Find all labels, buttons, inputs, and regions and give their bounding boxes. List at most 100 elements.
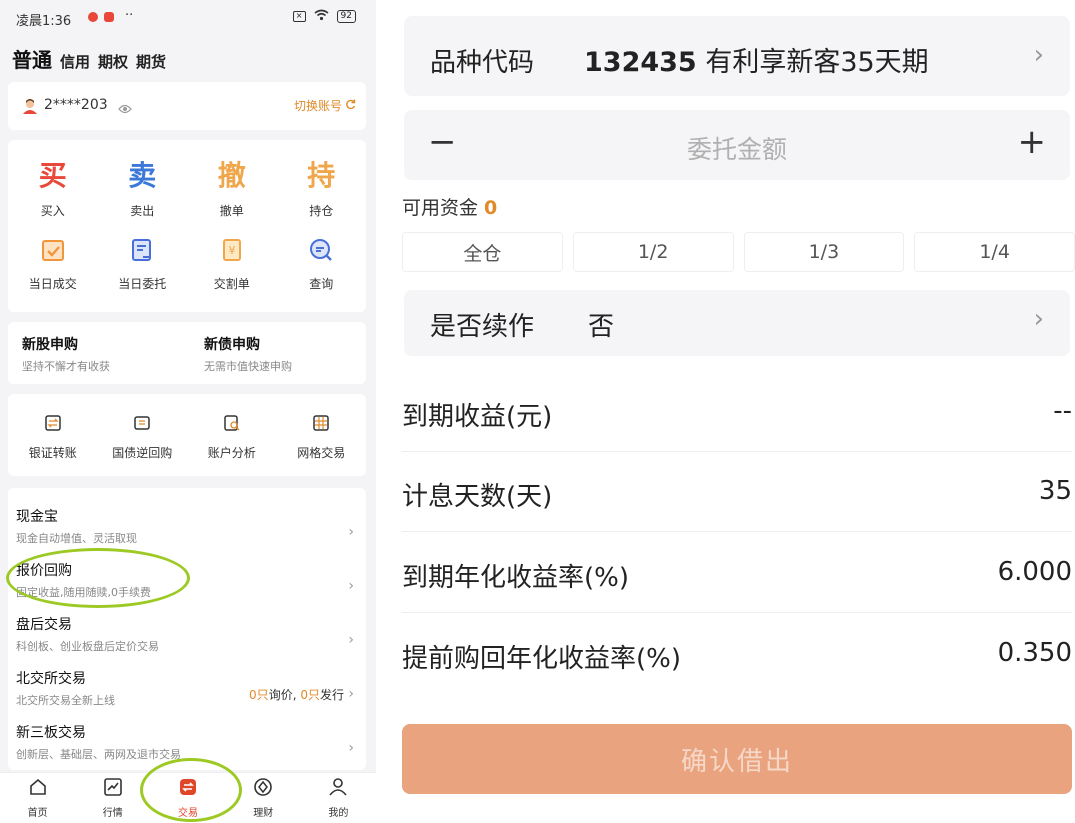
home-icon <box>28 777 48 801</box>
bond-repo-button[interactable]: 国债逆回购 <box>98 414 188 461</box>
product-code: 132435 <box>584 47 697 78</box>
bse-counts: 0只询价, 0只发行 <box>249 686 344 703</box>
new-stock-ipo-link[interactable]: 新股申购 坚持不懈才有收获 <box>22 334 110 374</box>
cancel-order-button[interactable]: 撤 撤单 <box>187 158 277 219</box>
list-item-subtitle: 科创板、创业板盘后定价交易 <box>16 640 159 653</box>
ratio-full-button[interactable]: 全仓 <box>402 232 563 272</box>
switch-account-button[interactable]: 切换账号 <box>294 97 356 114</box>
nav-trade-label: 交易 <box>177 808 198 819</box>
query-button[interactable]: 查询 <box>277 235 367 292</box>
notification-icon <box>88 12 98 22</box>
panel-divider <box>376 0 400 823</box>
amount-input[interactable]: 委托金额 <box>404 130 1070 166</box>
product-code-selector[interactable]: 品种代码 132435 有利享新客35天期 › <box>404 16 1070 96</box>
account-analysis-label: 账户分析 <box>207 446 256 460</box>
grid-trade-icon <box>312 414 330 436</box>
tab-futures[interactable]: 期货 <box>136 51 166 72</box>
list-item-neeq-trade[interactable]: 新三板交易 创新层、基础层、两网及退市交易 › <box>16 722 358 776</box>
info-key: 计息天数(天) <box>402 482 553 512</box>
ipo-promos: 新股申购 坚持不懈才有收获 新债申购 无需市值快速申购 <box>8 322 366 384</box>
nav-wealth[interactable]: 理财 <box>226 773 301 823</box>
positions-char: 持 <box>307 159 336 192</box>
nav-home[interactable]: 首页 <box>0 773 75 823</box>
info-key: 到期收益(元) <box>402 402 553 432</box>
wifi-icon <box>314 9 329 24</box>
list-item-title: 现金宝 <box>16 509 58 525</box>
list-item-title: 北交所交易 <box>16 671 86 687</box>
info-value: -- <box>1053 396 1072 426</box>
today-orders-button[interactable]: 当日委托 <box>98 235 188 292</box>
product-code-label: 品种代码 <box>430 48 535 78</box>
account-id: 2****203 <box>44 97 108 113</box>
issue-count: 0只 <box>300 688 320 702</box>
today-deals-button[interactable]: 当日成交 <box>8 235 98 292</box>
grid-trade-button[interactable]: 网格交易 <box>277 414 367 461</box>
new-stock-ipo-subtitle: 坚持不懈才有收获 <box>22 360 110 373</box>
sell-button[interactable]: 卖 卖出 <box>98 158 188 219</box>
user-icon <box>328 777 348 801</box>
list-item-after-hours[interactable]: 盘后交易 科创板、创业板盘后定价交易 › <box>16 614 358 668</box>
receipt-icon: ¥ <box>217 235 247 265</box>
bank-transfer-button[interactable]: 银证转账 <box>8 414 98 461</box>
auto-renew-selector[interactable]: 是否续作 否 › <box>404 290 1070 356</box>
nav-market[interactable]: 行情 <box>75 773 150 823</box>
chevron-right-icon: › <box>1033 304 1044 334</box>
settlement-button[interactable]: ¥ 交割单 <box>187 235 277 292</box>
confirm-lend-button[interactable]: 确认借出 <box>402 724 1072 794</box>
search-doc-icon <box>306 235 336 265</box>
tab-options[interactable]: 期权 <box>98 51 128 72</box>
refresh-icon <box>345 99 356 113</box>
list-item-title: 报价回购 <box>16 563 72 579</box>
eye-icon[interactable] <box>118 99 132 118</box>
switch-account-label: 切换账号 <box>293 99 342 113</box>
available-funds-label: 可用资金 <box>402 197 479 219</box>
inquiry-count: 0只 <box>249 688 269 702</box>
trade-icon <box>178 777 198 801</box>
list-item-cash-treasure[interactable]: 现金宝 现金自动增值、灵活取现 › <box>16 506 358 560</box>
user-card: 2****203 切换账号 <box>8 82 366 130</box>
query-label: 查询 <box>309 277 334 291</box>
increase-amount-button[interactable]: + <box>1018 122 1047 162</box>
chevron-right-icon: › <box>1033 40 1044 70</box>
inquiry-label: 询价, <box>268 688 297 702</box>
nav-trade[interactable]: 交易 <box>150 773 225 823</box>
available-funds-value: 0 <box>484 197 498 219</box>
auto-renew-value: 否 <box>588 312 615 342</box>
quote-repo-order-panel: 品种代码 132435 有利享新客35天期 › 委托金额 − + 可用资金 0 全… <box>400 0 1075 823</box>
positions-button[interactable]: 持 持仓 <box>277 158 367 219</box>
decrease-amount-button[interactable]: − <box>428 122 457 162</box>
info-row-maturity-income: 到期收益(元) -- <box>402 372 1072 452</box>
buy-char: 买 <box>38 159 67 192</box>
buy-label: 买入 <box>40 204 65 218</box>
nav-mine-label: 我的 <box>328 808 349 819</box>
today-deals-label: 当日成交 <box>28 277 77 291</box>
ratio-third-button[interactable]: 1/3 <box>743 232 905 272</box>
status-bar: 凌晨1:36 ·· × 92 <box>0 0 376 34</box>
status-more: ·· <box>125 8 134 23</box>
new-bond-ipo-link[interactable]: 新债申购 无需市值快速申购 <box>204 334 292 374</box>
list-item-bse-trade[interactable]: 北交所交易 北交所交易全新上线 0只询价, 0只发行 › <box>16 668 358 722</box>
issue-label: 发行 <box>319 688 344 702</box>
tab-credit[interactable]: 信用 <box>60 51 90 72</box>
order-doc-icon <box>127 235 157 265</box>
ratio-half-button[interactable]: 1/2 <box>572 232 734 272</box>
positions-label: 持仓 <box>309 204 334 218</box>
info-row-interest-days: 计息天数(天) 35 <box>402 452 1072 532</box>
avatar <box>22 98 38 114</box>
app-badge-icon <box>104 12 114 22</box>
sell-char: 卖 <box>128 159 157 192</box>
tab-normal[interactable]: 普通 <box>12 44 52 73</box>
close-box-icon: × <box>292 11 306 22</box>
account-analysis-button[interactable]: 账户分析 <box>187 414 277 461</box>
list-item-quote-repo[interactable]: 报价回购 固定收益,随用随赎,0手续费 › <box>16 560 358 614</box>
buy-button[interactable]: 买 买入 <box>8 158 98 219</box>
account-analysis-icon <box>223 414 241 436</box>
ratio-quarter-button[interactable]: 1/4 <box>914 232 1075 272</box>
wealth-icon <box>253 777 273 801</box>
nav-mine[interactable]: 我的 <box>301 773 376 823</box>
info-row-annual-yield: 到期年化收益率(%) 6.000 <box>402 533 1072 613</box>
chevron-right-icon: › <box>348 578 354 594</box>
battery-icon: 92 <box>336 10 356 23</box>
bond-repo-label: 国债逆回购 <box>112 446 173 460</box>
tools-row: 银证转账 国债逆回购 账户分析 网格交易 <box>8 394 366 476</box>
